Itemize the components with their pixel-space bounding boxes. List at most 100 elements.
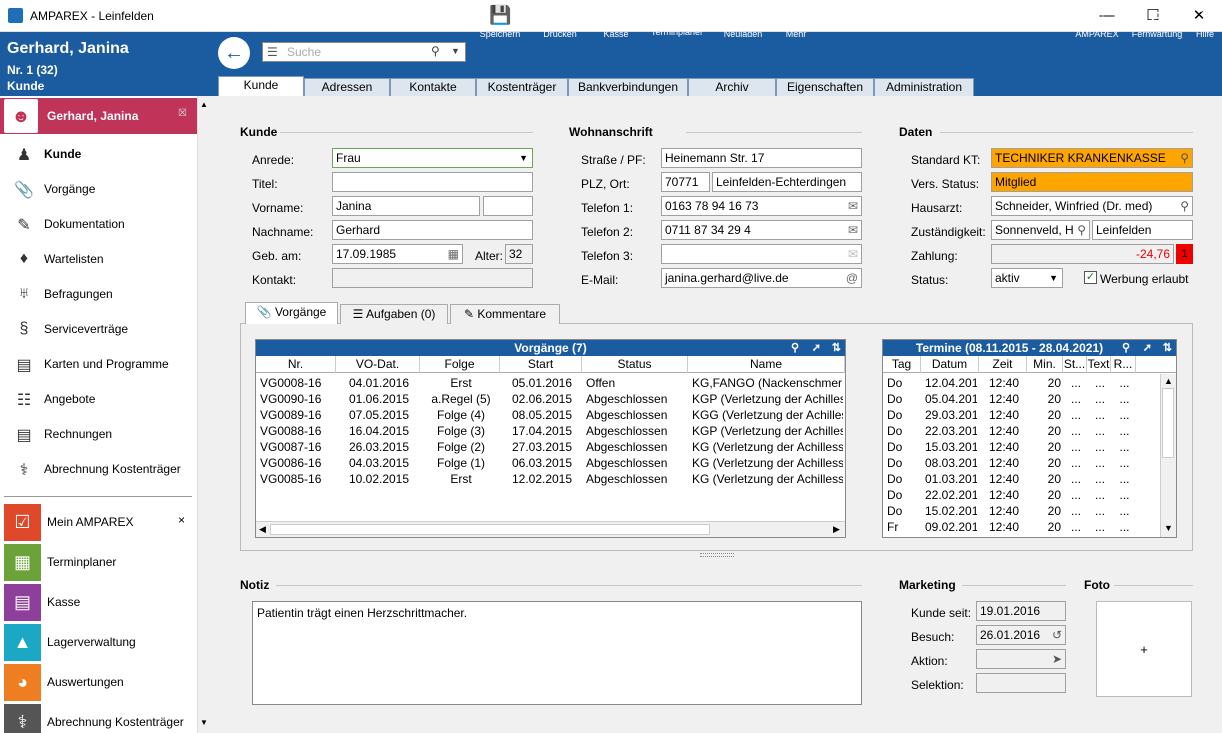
column-header[interactable]: Status [582, 356, 688, 373]
save-button[interactable]: 💾 Speichern [477, 4, 523, 44]
envelope-icon[interactable]: ✉ [848, 221, 858, 239]
column-header[interactable]: Nr. [256, 356, 336, 373]
table-row[interactable]: VG0088-16 16.04.2015 Folge (3) 17.04.2015 Ab… [256, 423, 845, 439]
werbung-checkbox[interactable]: ✓ [1084, 271, 1097, 284]
envelope-icon[interactable]: ✉ [848, 197, 858, 215]
sidebar-item-rechnungen[interactable]: ▤ Rechnungen [0, 417, 197, 451]
table-row[interactable]: Do 15.02.2018 12:40 20......... [883, 503, 1136, 519]
amparex-button[interactable]: ⚿ AMPAREX [1072, 4, 1122, 44]
swap-icon[interactable]: ⇅ [1163, 340, 1172, 356]
search-icon[interactable]: ⚲ [1180, 197, 1189, 215]
sidebar-item-angebote[interactable]: ☷ Angebote [0, 382, 197, 416]
column-header[interactable]: Zeit [979, 356, 1027, 373]
table-row[interactable]: VG0086-16 04.03.2015 Folge (1) 06.03.2015 Ab… [256, 455, 845, 471]
table-row[interactable]: VG0090-16 01.06.2015 a.Regel (5) 02.06.2015… [256, 391, 845, 407]
chevron-down-icon[interactable]: ▼ [451, 46, 460, 56]
column-header[interactable]: Name [688, 356, 845, 373]
column-header[interactable]: St... [1063, 356, 1087, 373]
scroll-thumb[interactable] [1162, 388, 1174, 458]
tab-kunde[interactable]: Kunde [218, 76, 304, 98]
sidebar-item-kunde[interactable]: ♟ Kunde [0, 137, 197, 171]
help-button[interactable]: ? Hilfe [1190, 4, 1220, 44]
sidebar-item-servicevertraege[interactable]: § Serviceverträge [0, 312, 197, 346]
tab-administration[interactable]: Administration [874, 78, 974, 98]
tab-eigenschaften[interactable]: Eigenschaften [776, 78, 874, 98]
scroll-down-icon[interactable]: ▼ [200, 718, 208, 727]
tab-bankverbindungen[interactable]: Bankverbindungen [568, 78, 688, 98]
subtab-vorgaenge[interactable]: 📎 Vorgänge [245, 302, 338, 324]
splitter-handle[interactable] [700, 553, 734, 557]
sidebar-item-vorgaenge[interactable]: 📎 Vorgänge [0, 172, 197, 206]
phone3-field[interactable]: ✉ [661, 244, 862, 264]
tab-kontakte[interactable]: Kontakte [390, 78, 476, 98]
history-icon[interactable]: ↺ [1052, 626, 1062, 644]
vorname-extra-field[interactable] [483, 196, 533, 216]
titel-field[interactable] [332, 172, 533, 192]
remote-button[interactable]: ⇄ Fernwartung [1128, 4, 1186, 44]
reload-button[interactable]: ↻ Neuladen [720, 4, 766, 44]
scroll-left-icon[interactable]: ◀ [259, 524, 266, 535]
column-header[interactable]: Folge [420, 356, 500, 373]
payment-badge[interactable]: 1 [1176, 244, 1193, 264]
sidebar-item-befragungen[interactable]: ♅ Befragungen [0, 277, 197, 311]
search-icon[interactable]: ⚲ [431, 44, 440, 58]
tab-archiv[interactable]: Archiv [688, 78, 776, 98]
sidebar-item-abrechnung[interactable]: ⚕ Abrechnung Kostenträger [0, 452, 197, 486]
table-row[interactable]: VG0085-16 10.02.2015 Erst 12.02.2015 Abgesch… [256, 471, 845, 487]
table-row[interactable]: VG0087-16 26.03.2015 Folge (2) 27.03.2015 Ab… [256, 439, 845, 455]
notiz-textarea[interactable]: Patientin trägt einen Herzschrittmacher. [252, 601, 862, 705]
print-button[interactable]: ⎙ Drucken [537, 4, 583, 44]
close-icon[interactable]: × [178, 513, 185, 527]
scroll-right-icon[interactable]: ▶ [833, 524, 840, 535]
search-icon[interactable]: ⚲ [1180, 149, 1189, 167]
zip-field[interactable]: 70771 [661, 172, 710, 192]
table-row[interactable]: Do 15.03.2018 12:40 20......... [883, 439, 1136, 455]
sidebar-item-wartelisten[interactable]: ♦ Wartelisten [0, 242, 197, 276]
scroll-down-icon[interactable]: ▼ [1164, 523, 1173, 533]
subtab-kommentare[interactable]: ✎ Kommentare [450, 304, 560, 324]
scroll-thumb[interactable] [270, 524, 710, 535]
table-row[interactable]: Do 22.02.2018 12:40 20......... [883, 487, 1136, 503]
vorname-field[interactable]: Janina [332, 196, 480, 216]
anrede-select[interactable]: Frau ▼ [332, 148, 533, 168]
email-field[interactable]: janina.gerhard@live.de @ [661, 268, 862, 288]
city-field[interactable]: Leinfelden-Echterdingen [712, 172, 862, 192]
table-row[interactable]: Do 12.04.2018 12:40 20......... [883, 375, 1136, 391]
table-row[interactable]: Fr 09.02.2018 12:40 20......... [883, 519, 1136, 535]
tab-kostentraeger[interactable]: Kostenträger [476, 78, 568, 98]
module-mein-amparex[interactable]: ☑ Mein AMPAREX × [0, 502, 197, 542]
column-header[interactable]: Start [500, 356, 582, 373]
insurance-status-field[interactable]: Mitglied [991, 172, 1193, 192]
table-row[interactable]: Do 05.04.2018 12:40 20......... [883, 391, 1136, 407]
phone1-field[interactable]: 0163 78 94 16 73 ✉ [661, 196, 862, 216]
search-input[interactable]: ☰ Suche ⚲ ▼ [262, 42, 466, 62]
pin-icon[interactable]: ➚ [1143, 340, 1152, 356]
phone2-field[interactable]: 0711 87 34 29 4 ✉ [661, 220, 862, 240]
more-button[interactable]: ••• Mehr [776, 4, 816, 44]
column-header[interactable]: Tag [883, 356, 921, 373]
table-row[interactable]: Do 29.03.2018 12:40 20......... [883, 407, 1136, 423]
module-auswertungen[interactable]: ◕ Auswertungen [0, 662, 197, 702]
status-select[interactable]: aktiv ▼ [991, 268, 1063, 288]
column-header[interactable]: Datum [921, 356, 979, 373]
envelope-icon[interactable]: ✉ [848, 245, 858, 263]
nachname-field[interactable]: Gerhard [332, 220, 533, 240]
calendar-icon[interactable]: ▦ [448, 245, 459, 263]
table-row[interactable]: Do 08.03.2018 12:40 20......... [883, 455, 1136, 471]
street-field[interactable]: Heinemann Str. 17 [661, 148, 862, 168]
responsible-field[interactable]: Sonnenveld, H ⚲ [991, 220, 1090, 240]
table-row[interactable]: Do 01.03.2018 12:40 20......... [883, 471, 1136, 487]
horizontal-scrollbar[interactable]: ◀ ▶ [256, 521, 845, 537]
sidebar-customer[interactable]: ☻ Gerhard, Janina ☒ [0, 98, 197, 134]
birthdate-field[interactable]: 17.09.1985 ▦ [332, 244, 463, 264]
column-header[interactable]: R... [1111, 356, 1136, 373]
sidebar-scrollbar[interactable]: ▲ ▼ [197, 96, 212, 733]
search-icon[interactable]: ⚲ [791, 340, 799, 356]
table-row[interactable]: VG0008-16 04.01.2016 Erst 05.01.2016 Offen KG… [256, 375, 845, 391]
close-icon[interactable]: ☒ [178, 108, 187, 119]
scroll-up-icon[interactable]: ▲ [200, 100, 208, 109]
photo-add-button[interactable]: + [1096, 601, 1192, 697]
column-header[interactable]: VO-Dat. [336, 356, 420, 373]
search-icon[interactable]: ⚲ [1122, 340, 1130, 356]
responsible-branch-field[interactable]: Leinfelden [1092, 220, 1193, 240]
